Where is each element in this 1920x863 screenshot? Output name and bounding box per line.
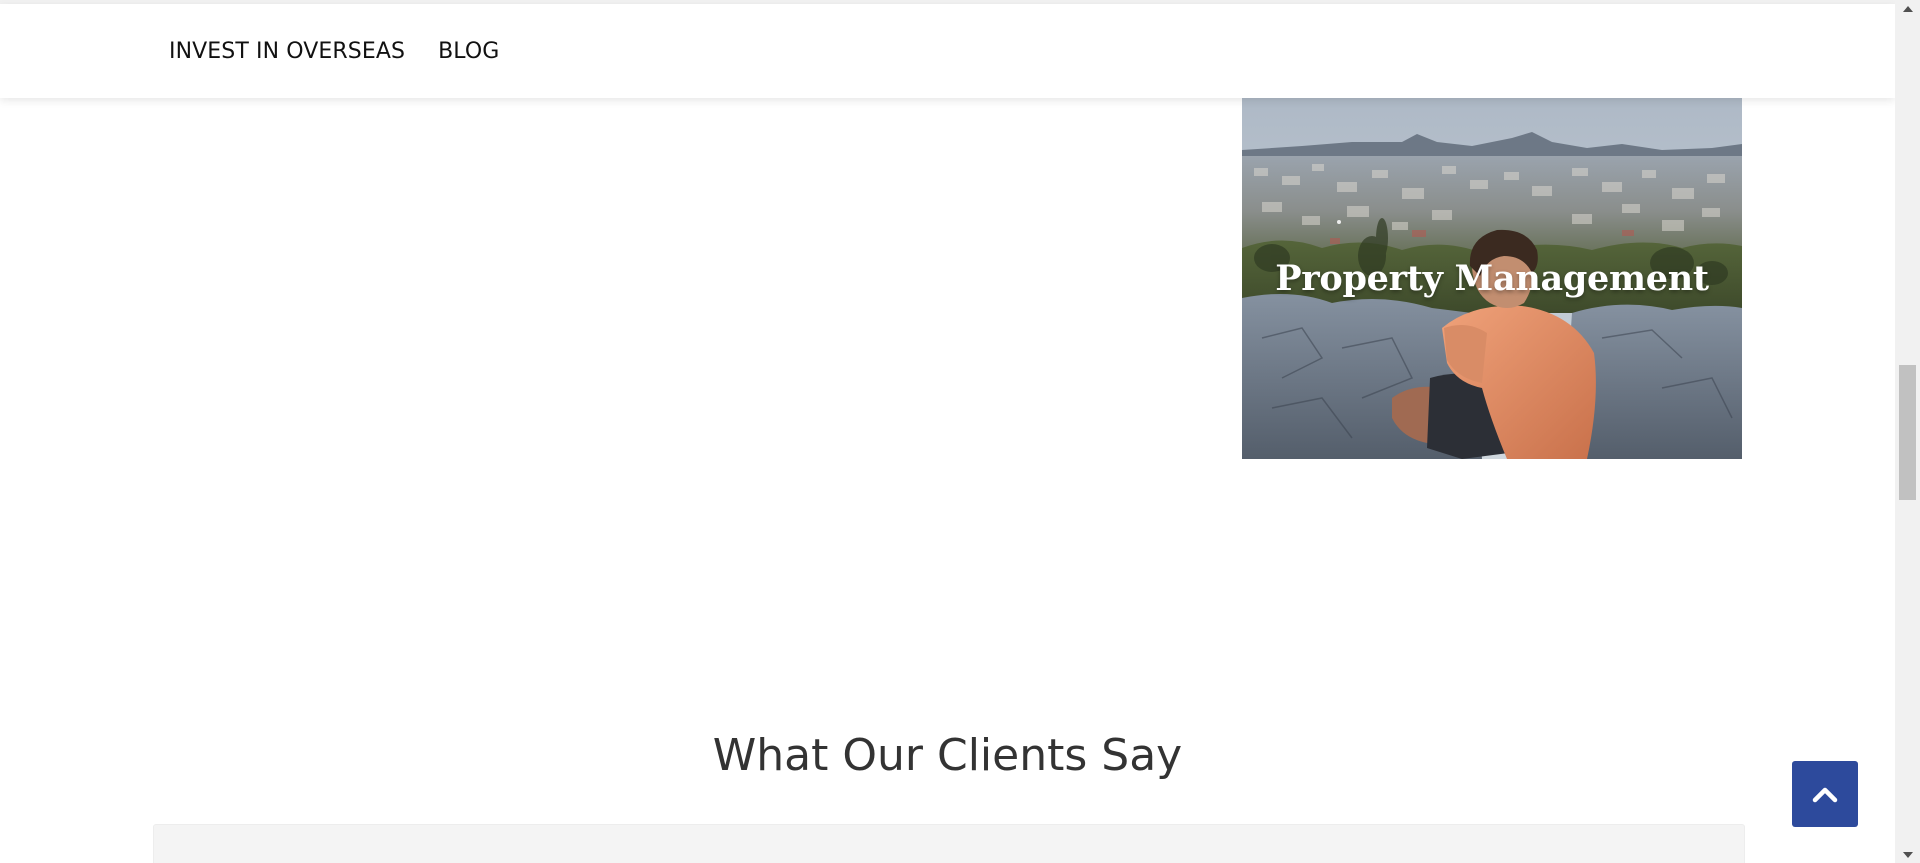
- main-nav: INVEST IN OVERSEAS BLOG: [169, 4, 532, 98]
- chevron-up-icon: [1812, 787, 1838, 803]
- back-to-top-button[interactable]: [1792, 761, 1858, 827]
- nav-link-invest-in-overseas[interactable]: INVEST IN OVERSEAS: [169, 39, 405, 64]
- property-management-card[interactable]: Property Management: [1242, 98, 1742, 459]
- nav-link-blog[interactable]: BLOG: [438, 39, 499, 64]
- page-viewport: INVEST IN OVERSEAS BLOG Property Managem…: [0, 0, 1920, 863]
- scrollbar-thumb[interactable]: [1899, 365, 1916, 500]
- vertical-scrollbar[interactable]: [1895, 0, 1920, 863]
- scroll-down-arrow-icon[interactable]: [1895, 846, 1920, 863]
- scroll-up-arrow-icon[interactable]: [1895, 0, 1920, 17]
- testimonials-heading: What Our Clients Say: [712, 730, 1183, 781]
- card-title: Property Management: [1275, 258, 1709, 299]
- testimonial-panel: [153, 824, 1745, 863]
- site-header: INVEST IN OVERSEAS BLOG: [0, 4, 1895, 98]
